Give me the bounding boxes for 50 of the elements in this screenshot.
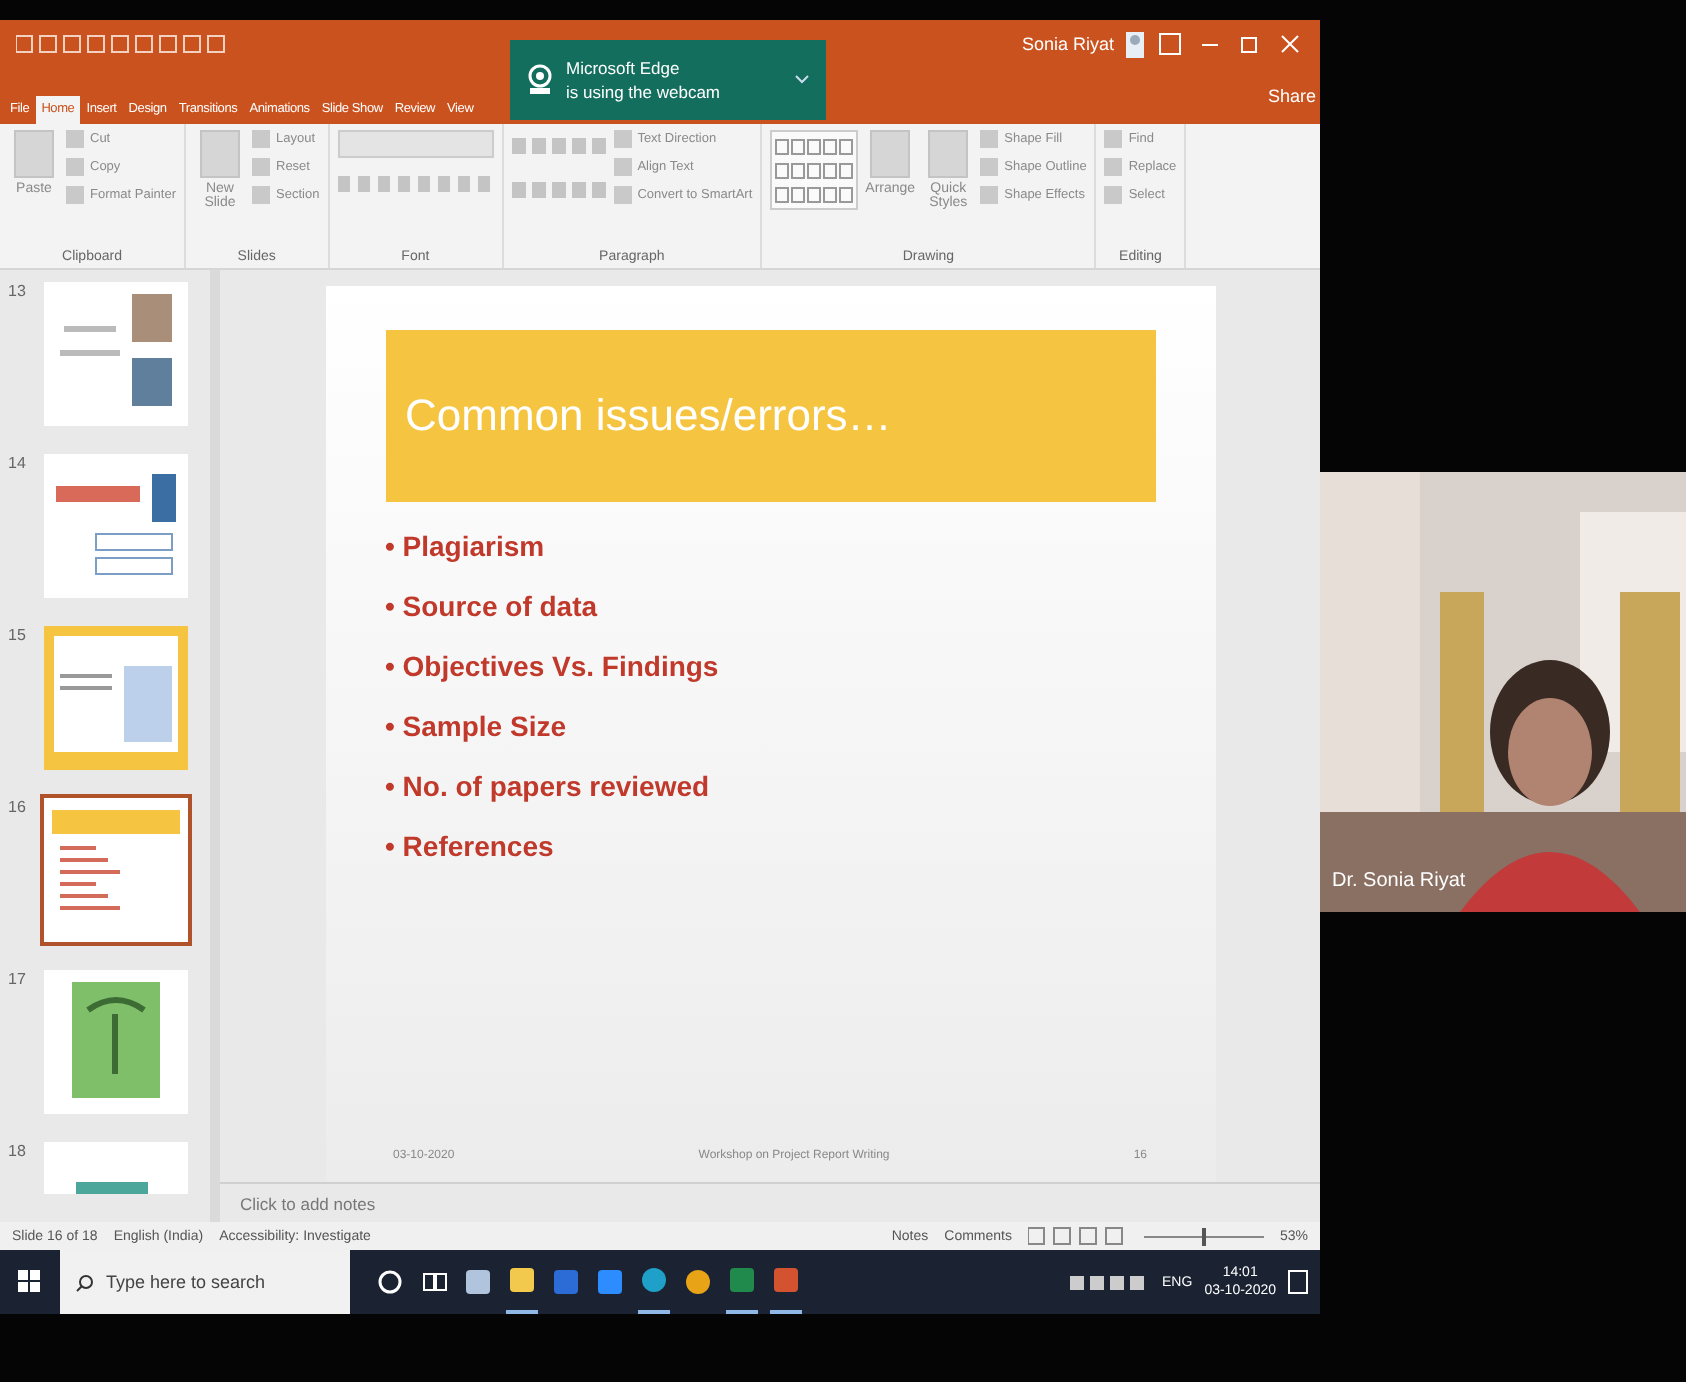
slide-thumbnail[interactable] (44, 454, 188, 598)
user-name[interactable]: Sonia Riyat (1021, 34, 1114, 54)
notification-icon[interactable] (1288, 1270, 1308, 1294)
app-icon (596, 1268, 624, 1296)
notification-text: Microsoft Edge is using the webcam (566, 56, 723, 104)
slide-thumbnail[interactable] (44, 970, 188, 1114)
app-icon (464, 1268, 492, 1296)
webcam-icon (526, 64, 554, 96)
slide-number: 15 (8, 626, 28, 648)
view-icons[interactable] (1027, 1226, 1128, 1246)
font-name-field[interactable] (337, 130, 494, 158)
command-icon (928, 130, 969, 178)
slide-number: 17 (8, 970, 28, 992)
app-icon (684, 1268, 712, 1296)
bullet-item: • Plagiarism (385, 530, 547, 562)
bullet-item: • Source of data (385, 590, 600, 622)
participant-name: Dr. Sonia Riyat (1332, 870, 1466, 892)
slide-thumbnail[interactable] (44, 282, 188, 426)
slide-number: 13 (8, 282, 28, 304)
chevron-icon[interactable] (794, 74, 810, 86)
app-icon (376, 1268, 404, 1296)
command-icon (870, 130, 911, 178)
app-icon (420, 1268, 448, 1296)
bullet-item: • Objectives Vs. Findings (385, 650, 721, 682)
ribbon-display-icon[interactable] (1156, 32, 1184, 56)
command-icon (14, 130, 54, 178)
app-icon (552, 1268, 580, 1296)
slide-number: 16 (8, 798, 28, 820)
taskbar-search-field[interactable]: Type here to search (60, 1250, 350, 1314)
slide-number: 14 (8, 454, 28, 476)
app-icon (728, 1266, 756, 1294)
zoom-thumb[interactable] (1201, 1227, 1206, 1245)
app-icon (640, 1266, 668, 1294)
slide-thumbnail[interactable] (44, 798, 188, 942)
app-icon (508, 1266, 536, 1294)
slide-title: Common issues/errors… (405, 390, 892, 442)
windows-start-icon[interactable] (18, 1270, 42, 1294)
webcam-notification[interactable]: Microsoft Edge is using the webcam (510, 40, 826, 120)
slide-number: 18 (8, 1142, 28, 1164)
bullet-item: • References (385, 830, 556, 862)
share-button[interactable]: Share (1267, 86, 1316, 106)
search-icon (76, 1273, 94, 1291)
shapes-gallery[interactable] (770, 130, 859, 210)
close-icon[interactable] (1276, 32, 1304, 56)
app-icon (772, 1266, 800, 1294)
user-avatar-icon[interactable] (1126, 31, 1144, 57)
bullet-item: • No. of papers reviewed (385, 770, 712, 802)
slide-thumbnail[interactable] (44, 626, 188, 770)
bullet-item: • Sample Size (385, 710, 568, 742)
command-icon (200, 130, 240, 178)
